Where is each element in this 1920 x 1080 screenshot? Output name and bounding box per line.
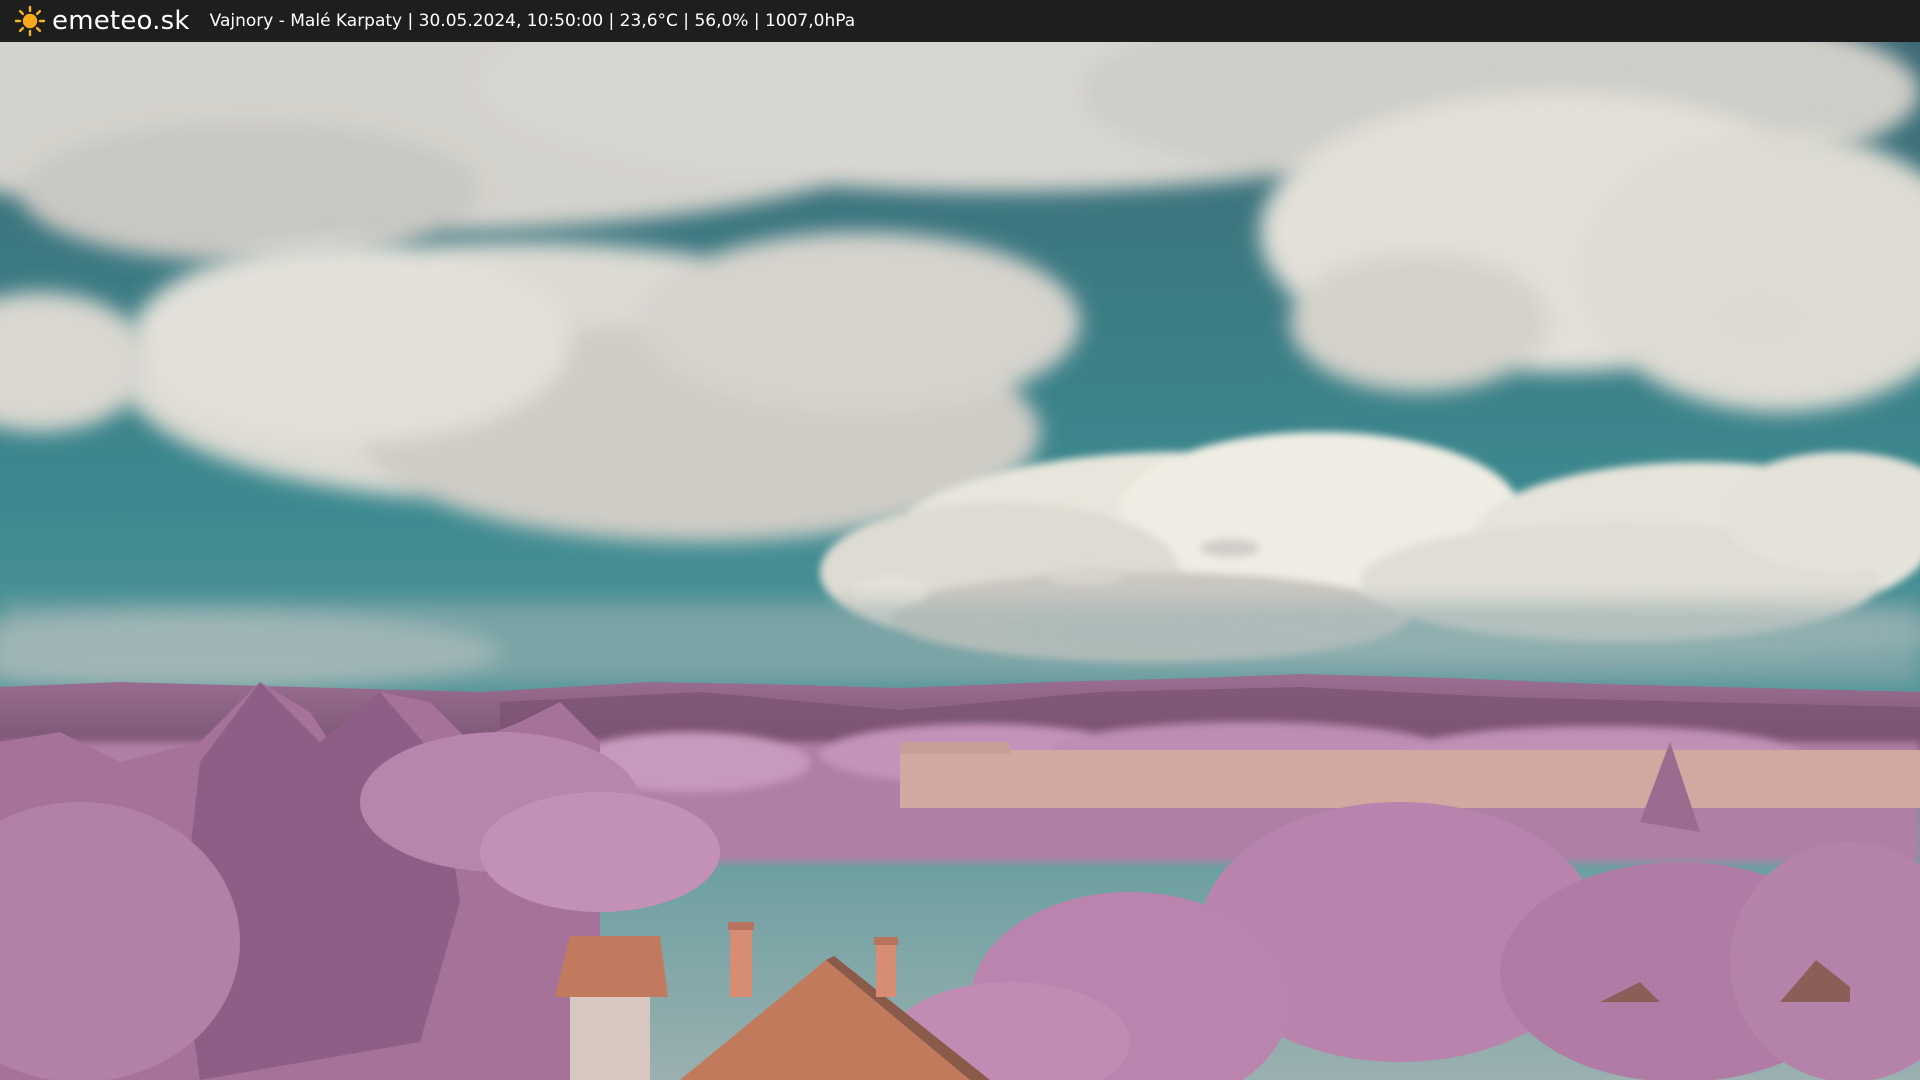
building-wall bbox=[900, 750, 1920, 808]
horizon-haze bbox=[0, 602, 1920, 692]
top-bar: emeteo.sk Vajnory - Malé Karpaty | 30.05… bbox=[0, 0, 1920, 42]
webcam-image bbox=[0, 42, 1920, 1080]
brand-name: emeteo.sk bbox=[52, 6, 190, 36]
webcam-frame: emeteo.sk Vajnory - Malé Karpaty | 30.05… bbox=[0, 0, 1920, 1080]
cloud-right bbox=[1260, 92, 1920, 412]
sun-icon bbox=[14, 5, 46, 37]
building-wall-top bbox=[900, 742, 1010, 754]
logo[interactable]: emeteo.sk bbox=[14, 0, 190, 42]
camera-caption: Vajnory - Malé Karpaty | 30.05.2024, 10:… bbox=[209, 11, 856, 31]
